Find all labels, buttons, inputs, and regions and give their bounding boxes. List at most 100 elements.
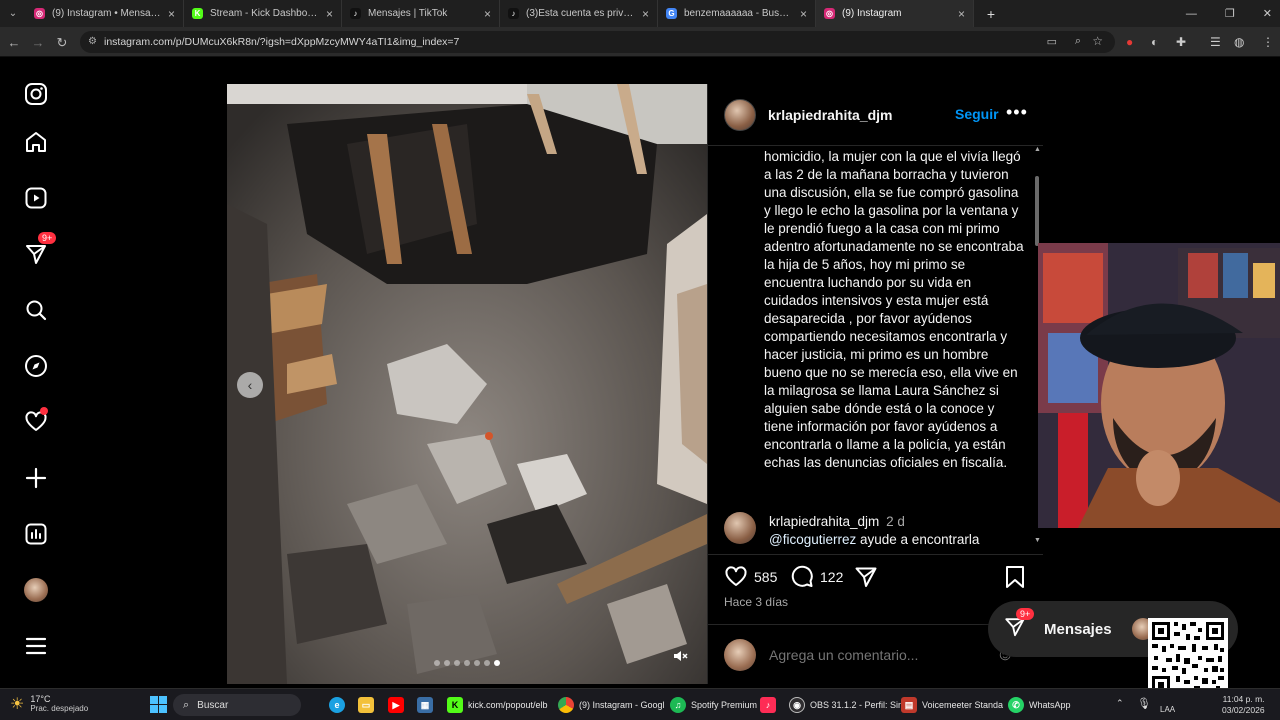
extensions-icon[interactable]: ✚ <box>1176 27 1186 57</box>
minimize-icon[interactable]: — <box>1186 8 1197 20</box>
weather-temp: 17°C <box>30 694 51 704</box>
extension-circle-icon[interactable]: ◐ <box>1151 27 1158 57</box>
taskbar-app-chrome[interactable]: (9) Instagram - Googl <box>558 693 665 717</box>
like-count[interactable]: 585 <box>754 569 777 585</box>
close-tab-icon[interactable]: × <box>484 7 491 21</box>
follow-button[interactable]: Seguir <box>955 106 999 122</box>
carousel-dot <box>494 660 500 666</box>
zoom-icon[interactable]: ⌕ <box>1075 35 1081 48</box>
taskbar-app-voicemeeter[interactable]: ▤ Voicemeeter Standa <box>901 693 1003 717</box>
post-details-panel: krlapiedrahita_djm Seguir ••• homicidio,… <box>707 84 1043 684</box>
carousel-dot <box>444 660 450 666</box>
author-avatar[interactable] <box>724 98 756 131</box>
carousel-previous-button[interactable]: ‹ <box>237 372 263 398</box>
post-age[interactable]: Hace 3 días <box>724 595 788 609</box>
tiktok-icon[interactable]: ♪ <box>760 693 776 717</box>
close-tab-icon[interactable]: × <box>642 7 649 21</box>
comment-username[interactable]: krlapiedrahita_djm <box>769 514 879 529</box>
tab-title: Mensajes | TikTok <box>368 8 448 19</box>
explore-compass-icon[interactable] <box>20 350 52 382</box>
reading-list-icon[interactable]: ☰ <box>1210 27 1221 57</box>
new-tab-button[interactable]: + <box>980 5 1002 23</box>
audio-muted-icon[interactable] <box>672 648 690 666</box>
home-icon[interactable] <box>20 126 52 158</box>
store-icon[interactable]: ▦ <box>417 693 433 717</box>
instagram-logo-icon[interactable] <box>20 78 52 110</box>
weather-desc: Prac. despejado <box>30 704 89 713</box>
weather-widget[interactable]: ☀ 17°C Prac. despejado <box>10 694 88 714</box>
url-text: instagram.com/p/DUMcuX6kR8n/?igsh=dXppMz… <box>104 36 460 48</box>
profile-icon[interactable]: ◍ <box>1234 27 1244 57</box>
taskbar-app-label: Voicemeeter Standa <box>922 700 1004 710</box>
maximize-icon[interactable]: ❐ <box>1225 7 1235 20</box>
save-bookmark-icon[interactable] <box>1004 565 1026 594</box>
browser-tab[interactable]: ♪ (3)Esta cuenta es privada. Sigue × <box>500 0 658 27</box>
browser-tab[interactable]: ◎ (9) Instagram • Mensajes × <box>26 0 184 27</box>
messages-floater-badge: 9+ <box>1016 607 1035 620</box>
share-icon[interactable] <box>854 565 878 594</box>
taskbar-app-obs[interactable]: ◉ OBS 31.1.2 - Perfil: Sin <box>789 693 903 717</box>
messages-icon[interactable]: 9+ <box>20 232 57 270</box>
reload-icon[interactable]: ↻ <box>50 35 74 51</box>
taskbar-app-spotify[interactable]: ♫ Spotify Premium <box>670 693 757 717</box>
close-tab-icon[interactable]: × <box>958 7 965 21</box>
tab-favicon-icon: K <box>192 8 203 19</box>
microphone-icon[interactable]: 🎙 <box>1137 697 1151 710</box>
taskbar-search[interactable]: ⌕ Buscar <box>173 694 301 716</box>
more-menu-icon[interactable] <box>20 630 52 662</box>
bookmark-star-icon[interactable]: ☆ <box>1092 34 1103 48</box>
comment-input[interactable] <box>769 646 989 663</box>
site-info-icon[interactable]: ⚙ <box>88 36 97 47</box>
more-options-icon[interactable]: ••• <box>1006 102 1028 123</box>
qr-code <box>1148 618 1228 698</box>
search-icon[interactable] <box>20 294 52 326</box>
voicemeeter-icon: ▤ <box>901 697 917 713</box>
tab-favicon-icon: G <box>666 8 677 19</box>
obs-icon: ◉ <box>789 697 805 713</box>
instagram-sidebar: 9+ <box>0 58 72 688</box>
browser-tab[interactable]: K Stream - Kick Dashboard × <box>184 0 342 27</box>
post-image[interactable] <box>227 84 707 684</box>
youtube-icon[interactable]: ▶ <box>388 693 404 717</box>
messages-label: Mensajes <box>1044 620 1112 638</box>
taskbar-search-icon: ⌕ <box>183 698 190 711</box>
language-indicator[interactable]: LAA <box>1160 705 1175 714</box>
taskbar-app-whatsapp[interactable]: ✆ WhatsApp <box>1008 693 1071 717</box>
dashboard-icon[interactable] <box>20 518 52 550</box>
close-tab-icon[interactable]: × <box>800 7 807 21</box>
close-window-icon[interactable]: ✕ <box>1263 7 1272 20</box>
forward-icon[interactable]: → <box>26 35 50 50</box>
browser-tab[interactable]: ◎ (9) Instagram × <box>816 0 974 27</box>
cast-icon[interactable]: ▭ <box>1047 35 1057 48</box>
like-heart-icon[interactable] <box>724 565 748 594</box>
tray-overflow-icon[interactable]: ⌃ <box>1116 698 1124 709</box>
edge-icon[interactable]: e <box>329 693 345 717</box>
taskbar-app-kick[interactable]: K kick.com/popout/elb <box>447 693 548 717</box>
carousel-dot <box>484 660 490 666</box>
browser-tab[interactable]: Gbenzemaaaaaa - Buscar con Go × <box>658 0 816 27</box>
taskbar-app-label: WhatsApp <box>1029 700 1071 710</box>
tab-title: (9) Instagram <box>842 8 902 19</box>
close-tab-icon[interactable]: × <box>168 7 175 21</box>
spotify-icon: ♫ <box>670 697 686 713</box>
reels-icon[interactable] <box>20 182 52 214</box>
clock[interactable]: 11:04 p. m. 03/02/2026 <box>1222 694 1265 716</box>
post-header: krlapiedrahita_djm Seguir ••• <box>708 84 1043 146</box>
create-plus-icon[interactable] <box>20 462 52 494</box>
notifications-heart-icon[interactable] <box>20 406 52 438</box>
comment-avatar[interactable] <box>724 512 756 544</box>
close-tab-icon[interactable]: × <box>326 7 333 21</box>
browser-tab[interactable]: ♪ Mensajes | TikTok × <box>342 0 500 27</box>
browser-menu-icon[interactable]: ⋮ <box>1262 27 1274 57</box>
windows-start-icon[interactable] <box>150 696 167 715</box>
comment-bubble-icon[interactable] <box>790 565 814 594</box>
comment-count[interactable]: 122 <box>820 569 843 585</box>
author-username[interactable]: krlapiedrahita_djm <box>768 107 893 123</box>
back-icon[interactable]: ← <box>2 35 26 50</box>
tab-search-menu-icon[interactable]: ⌄ <box>0 8 26 19</box>
comment-mention-link[interactable]: @ficogutierrez <box>769 532 856 547</box>
url-bar[interactable]: ⚙ instagram.com/p/DUMcuX6kR8n/?igsh=dXpp… <box>80 31 1115 53</box>
file-explorer-icon[interactable]: ▭ <box>358 693 374 717</box>
profile-avatar[interactable] <box>20 574 52 606</box>
extension-record-icon[interactable]: ● <box>1126 27 1133 57</box>
